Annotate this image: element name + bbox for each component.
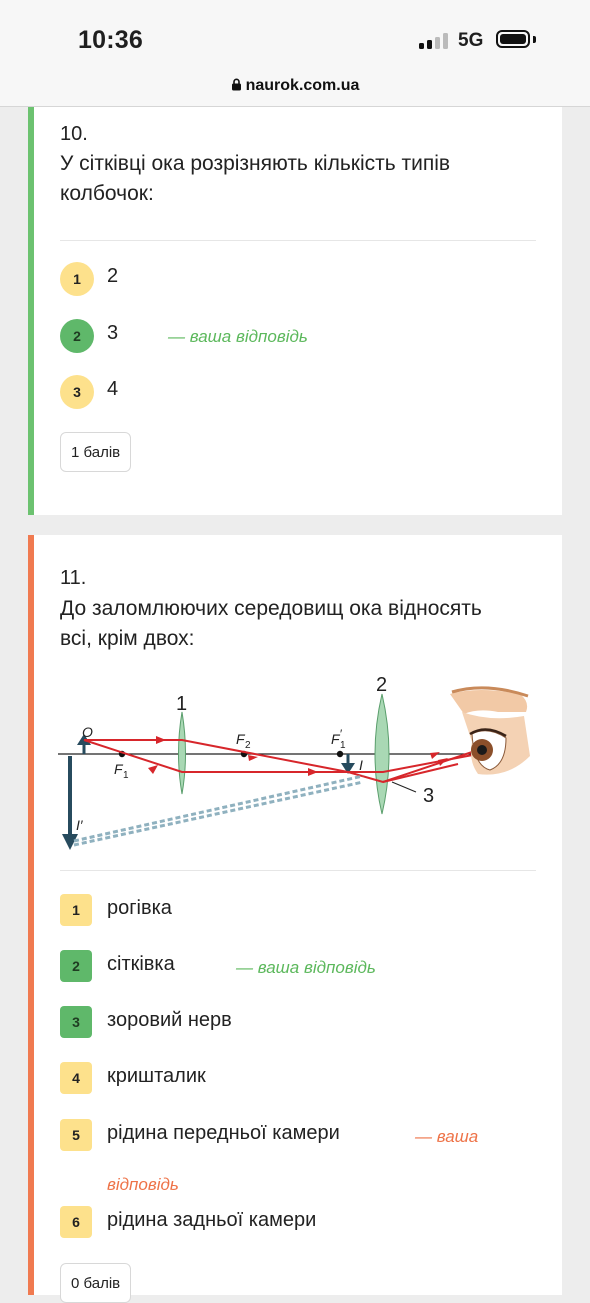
points-badge: 0 балів bbox=[60, 1263, 132, 1303]
status-stripe-wrong bbox=[28, 535, 34, 1295]
eye-illustration bbox=[450, 686, 530, 775]
option-number-badge: 3 bbox=[60, 1006, 92, 1038]
option-number-badge: 1 bbox=[60, 262, 94, 296]
url-text: naurok.com.ua bbox=[245, 77, 360, 94]
label-3: 3 bbox=[423, 785, 434, 807]
option-label: 3 bbox=[107, 322, 119, 344]
option-label: кришталик bbox=[107, 1065, 206, 1087]
label-o: O bbox=[82, 724, 93, 740]
address-bar[interactable]: naurok.com.ua bbox=[0, 77, 590, 96]
question-text: До заломлюючих середовищ ока відносять в… bbox=[60, 597, 482, 650]
points-badge: 1 балів bbox=[60, 432, 132, 472]
option-label: 4 bbox=[107, 378, 119, 400]
option-number-badge: 3 bbox=[60, 375, 94, 409]
optics-diagram: 1 2 3 O F 1 F 2 F 1 ′ I I′ bbox=[58, 674, 530, 850]
divider bbox=[60, 240, 536, 241]
label-f1-prime-mark: ′ bbox=[340, 727, 343, 741]
focal-point-f1-prime bbox=[336, 750, 344, 758]
light-rays bbox=[83, 739, 479, 784]
label-f1-prime-sub: 1 bbox=[340, 740, 346, 751]
option-label: рогівка bbox=[107, 897, 172, 919]
your-answer-label-wrong: — ваша bbox=[415, 1127, 479, 1146]
signal-icon bbox=[419, 33, 449, 49]
option-label: 2 bbox=[107, 265, 119, 287]
status-stripe-correct bbox=[28, 107, 34, 515]
your-answer-label-wrong-cont: відповідь bbox=[107, 1175, 179, 1194]
label-i: I bbox=[359, 757, 363, 773]
lock-icon bbox=[231, 78, 242, 96]
divider bbox=[60, 870, 536, 871]
battery-icon bbox=[496, 30, 530, 48]
your-answer-label: — ваша відповідь bbox=[168, 327, 308, 346]
option-number-badge: 2 bbox=[60, 950, 92, 982]
label-f1-sub: 1 bbox=[123, 770, 129, 781]
option-number-badge: 5 bbox=[60, 1119, 92, 1151]
option-number-badge: 2 bbox=[60, 319, 94, 353]
option-label: зоровий нерв bbox=[107, 1009, 232, 1031]
option-number-badge: 1 bbox=[60, 894, 92, 926]
option-number-badge: 6 bbox=[60, 1206, 92, 1238]
label-f2-sub: 2 bbox=[245, 740, 251, 751]
status-bar: 10:36 5G naurok.com.ua bbox=[0, 0, 590, 107]
question-text: У сітківці ока розрізняють кількість тип… bbox=[60, 152, 451, 205]
status-time: 10:36 bbox=[78, 26, 143, 54]
dashed-ray-extension bbox=[73, 774, 364, 847]
question-number: 11. bbox=[60, 567, 87, 589]
question-number: 10. bbox=[60, 123, 88, 145]
option-number-badge: 4 bbox=[60, 1062, 92, 1094]
option-label: сітківка bbox=[107, 953, 175, 975]
option-label: рідина задньої камери bbox=[107, 1209, 317, 1231]
label-lens-2: 2 bbox=[376, 674, 387, 696]
network-type: 5G bbox=[458, 30, 484, 51]
lens-1 bbox=[178, 711, 186, 795]
your-answer-label: — ваша відповідь bbox=[236, 958, 376, 977]
label-lens-1: 1 bbox=[176, 693, 187, 715]
lens-2 bbox=[374, 693, 390, 815]
label-i-prime: I′ bbox=[76, 817, 84, 833]
option-label: рідина передньої камери bbox=[107, 1122, 340, 1144]
